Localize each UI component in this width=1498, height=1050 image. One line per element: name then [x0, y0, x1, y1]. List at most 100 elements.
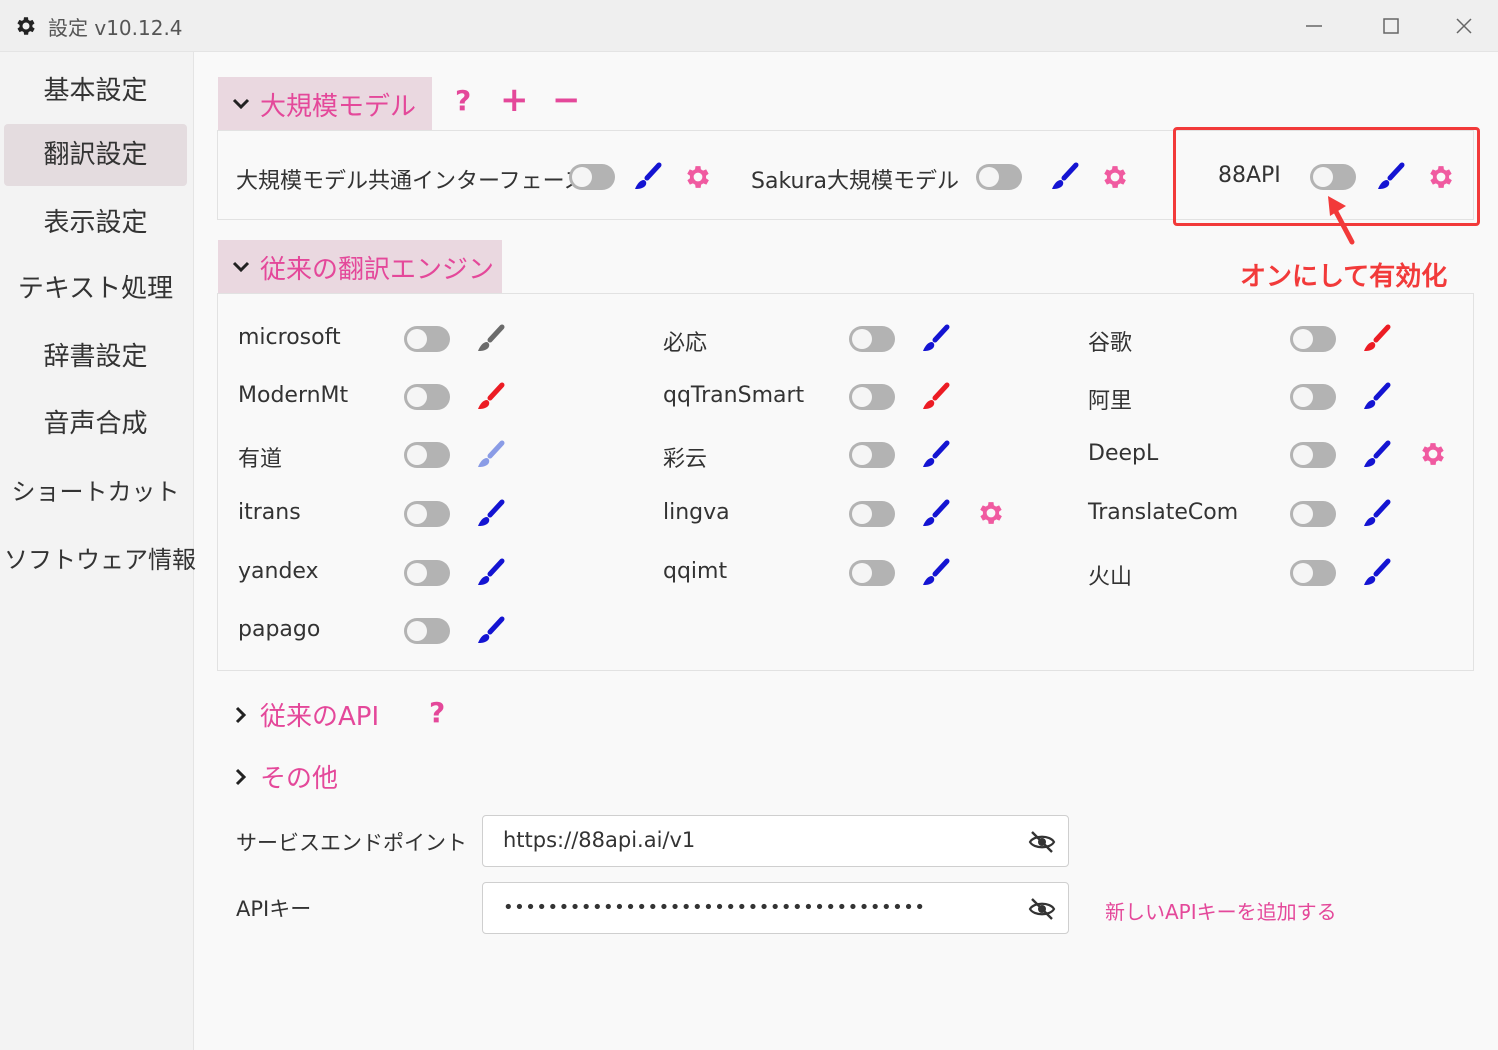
engine-toggle[interactable]: [849, 384, 895, 410]
engine-label: 火山: [1088, 565, 1133, 590]
sidebar-item-display[interactable]: 表示設定: [4, 192, 187, 254]
apikey-label: APIキー: [236, 897, 312, 921]
sidebar-item-basic[interactable]: 基本設定: [4, 60, 187, 122]
settings-gear-icon[interactable]: [683, 162, 713, 192]
api-section-title: 従来のAPI: [260, 702, 380, 732]
engine-label: 必応: [663, 331, 708, 356]
engine-toggle[interactable]: [1290, 501, 1336, 527]
sidebar-item-text-processing[interactable]: テキスト処理: [4, 258, 187, 320]
engine-toggle[interactable]: [1290, 560, 1336, 586]
brush-icon[interactable]: [1361, 380, 1393, 412]
settings-gear-icon[interactable]: [976, 498, 1006, 528]
brush-icon[interactable]: [475, 497, 507, 529]
minimize-icon[interactable]: [1296, 10, 1332, 42]
chevron-right-icon: [235, 706, 247, 723]
llm-item-label: 大規模モデル共通インターフェース: [236, 169, 586, 194]
engine-label: DeepL: [1088, 441, 1159, 466]
engine-label: papago: [238, 617, 321, 642]
engine-label: yandex: [238, 559, 319, 584]
brush-icon[interactable]: [632, 160, 664, 192]
engine-toggle[interactable]: [404, 501, 450, 527]
annotation-arrow-icon: [1328, 196, 1355, 245]
engine-toggle[interactable]: [404, 384, 450, 410]
engine-toggle[interactable]: [849, 501, 895, 527]
window-title: 設定 v10.12.4: [48, 16, 183, 40]
brush-icon[interactable]: [1361, 322, 1393, 354]
llm-section-title: 大規模モデル: [260, 91, 417, 122]
brush-icon[interactable]: [920, 380, 952, 412]
close-icon[interactable]: [1446, 10, 1482, 42]
sidebar-item-shortcuts[interactable]: ショートカット: [4, 461, 187, 523]
engine-toggle[interactable]: [404, 326, 450, 352]
llm-item-label: Sakura大規模モデル: [751, 169, 959, 194]
brush-icon[interactable]: [1361, 497, 1393, 529]
engine-toggle[interactable]: [849, 326, 895, 352]
apikey-field[interactable]: ••••••••••••••••••••••••••••••••••••••: [482, 882, 1069, 934]
engine-label: lingva: [663, 500, 730, 525]
chevron-right-icon: [235, 768, 247, 785]
brush-icon[interactable]: [920, 438, 952, 470]
endpoint-label: サービスエンドポイント: [236, 831, 467, 855]
engine-toggle[interactable]: [404, 442, 450, 468]
chevron-down-icon: [232, 261, 250, 273]
engine-label: qqTranSmart: [663, 383, 805, 408]
brush-icon[interactable]: [1049, 160, 1081, 192]
settings-gear-icon[interactable]: [1418, 439, 1448, 469]
other-section-title: その他: [260, 764, 339, 794]
engine-label: 有道: [238, 447, 283, 472]
llm-common-toggle[interactable]: [569, 164, 615, 190]
other-section-header[interactable]: その他: [230, 758, 338, 795]
brush-icon[interactable]: [1361, 438, 1393, 470]
gear-icon: [17, 17, 35, 35]
engine-label: 彩云: [663, 447, 708, 472]
traditional-section-header[interactable]: 従来の翻訳エンジン: [218, 240, 502, 294]
brush-icon[interactable]: [920, 556, 952, 588]
api-help-button[interactable]: ?: [429, 696, 445, 729]
sidebar-item-dictionary[interactable]: 辞書設定: [4, 326, 187, 388]
engine-label: microsoft: [238, 325, 341, 350]
add-apikey-link[interactable]: 新しいAPIキーを追加する: [1105, 896, 1337, 925]
api-section-header[interactable]: 従来のAPI: [230, 696, 379, 733]
brush-icon[interactable]: [1361, 556, 1393, 588]
llm-add-button[interactable]: +: [500, 80, 529, 120]
engine-toggle[interactable]: [1290, 442, 1336, 468]
engine-toggle[interactable]: [1290, 384, 1336, 410]
engine-label: itrans: [238, 500, 301, 525]
engine-toggle[interactable]: [404, 618, 450, 644]
brush-icon[interactable]: [475, 614, 507, 646]
apikey-value: ••••••••••••••••••••••••••••••••••••••: [503, 897, 926, 918]
settings-gear-icon[interactable]: [1100, 162, 1130, 192]
traditional-section-title: 従来の翻訳エンジン: [260, 254, 495, 285]
llm-help-button[interactable]: ?: [455, 84, 471, 117]
engine-toggle[interactable]: [1290, 326, 1336, 352]
brush-icon[interactable]: [475, 380, 507, 412]
engine-label: TranslateCom: [1088, 500, 1239, 525]
sidebar-item-about[interactable]: ソフトウェア情報: [4, 529, 196, 591]
brush-icon[interactable]: [920, 497, 952, 529]
endpoint-field[interactable]: https://88api.ai/v1: [482, 815, 1069, 867]
sidebar-item-tts[interactable]: 音声合成: [4, 393, 187, 455]
maximize-icon[interactable]: [1373, 10, 1409, 42]
brush-icon[interactable]: [920, 322, 952, 354]
llm-section-header[interactable]: 大規模モデル: [218, 77, 432, 131]
annotation-text: オンにして有効化: [1240, 262, 1448, 292]
engine-label: ModernMt: [238, 383, 349, 408]
eye-off-icon[interactable]: [1028, 896, 1056, 922]
eye-off-icon[interactable]: [1028, 829, 1056, 855]
brush-icon[interactable]: [475, 556, 507, 588]
engine-toggle[interactable]: [404, 560, 450, 586]
llm-remove-button[interactable]: −: [552, 80, 581, 120]
engine-label: 阿里: [1088, 389, 1133, 414]
traditional-panel: [217, 293, 1474, 671]
sidebar-item-translation[interactable]: 翻訳設定: [4, 124, 187, 186]
engine-label: 谷歌: [1088, 331, 1133, 356]
title-bar: 設定 v10.12.4: [0, 0, 1498, 52]
chevron-down-icon: [232, 98, 250, 110]
engine-label: qqimt: [663, 559, 728, 584]
sakura-toggle[interactable]: [976, 164, 1022, 190]
sidebar: 基本設定 翻訳設定 表示設定 テキスト処理 辞書設定 音声合成 ショートカット …: [0, 52, 196, 1050]
brush-icon[interactable]: [475, 322, 507, 354]
engine-toggle[interactable]: [849, 560, 895, 586]
brush-icon[interactable]: [475, 438, 507, 470]
engine-toggle[interactable]: [849, 442, 895, 468]
